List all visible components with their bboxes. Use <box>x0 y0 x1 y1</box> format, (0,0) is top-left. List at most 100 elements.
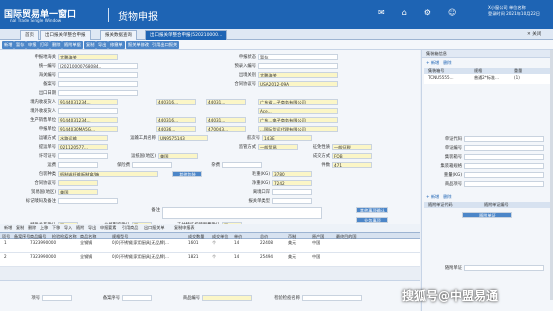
col-doc-no: 随附单证编号 <box>484 202 509 207</box>
domestic-consignor-code2[interactable]: 440316... <box>156 99 196 105</box>
goods-up-button[interactable]: 上移 <box>40 225 48 231</box>
prerecord-no-field[interactable] <box>258 63 338 69</box>
r4-field[interactable] <box>464 163 544 169</box>
r6-field[interactable] <box>464 181 544 187</box>
goods-reference-button[interactable]: 引用商品 <box>122 225 138 231</box>
detail-item-no-field[interactable] <box>42 295 72 301</box>
unified-no-field[interactable]: I20210000768084.. <box>58 63 138 69</box>
detail-hs-code-field[interactable] <box>202 295 252 301</box>
delete-button[interactable]: 删除 <box>50 41 63 49</box>
container-weight: (1) <box>514 75 520 80</box>
declare-customs-field[interactable]: 大鹏海关 <box>58 54 118 60</box>
label-declarant: 申报单位 <box>38 127 56 132</box>
home-icon[interactable]: ⌂ <box>402 8 407 18</box>
declarant-code3[interactable]: 470043... <box>206 126 246 132</box>
tax-nature-field[interactable]: 一般征税 <box>332 144 372 150</box>
container-toolbar[interactable]: + 新增 删除 <box>426 60 452 66</box>
contract-no-field[interactable]: USA2012-09A <box>258 81 338 87</box>
copy-button[interactable]: 复制 <box>84 41 97 49</box>
detail-record-no-field[interactable] <box>122 295 152 301</box>
tab-export-declaration[interactable]: 出口报关单整合申报 <box>40 30 91 40</box>
tab-query[interactable]: 报关数据查询 <box>100 30 137 40</box>
modify-declaration-button[interactable]: 报关单修改 <box>126 41 151 49</box>
goods-import-button[interactable]: 导入 <box>64 225 72 231</box>
goods-down-button[interactable]: 下移 <box>52 225 60 231</box>
r5-field[interactable] <box>464 172 544 178</box>
goods-elements-button[interactable]: 申报要素 <box>100 225 116 231</box>
user-icon[interactable]: ☺ <box>448 8 456 18</box>
goods-copy-button[interactable]: 复制 <box>16 225 24 231</box>
reference-export-button[interactable]: 引用出口报关 <box>150 41 180 49</box>
gross-weight-field[interactable]: 3780 <box>272 171 312 177</box>
bell-icon[interactable]: ✉ <box>378 8 385 18</box>
new-button[interactable]: 新增 <box>2 41 15 49</box>
package-type-field[interactable]: 纸制或纤维板制盒/箱 <box>58 171 158 177</box>
export-button[interactable]: 导出 <box>96 41 109 49</box>
export-date-field[interactable] <box>58 90 138 96</box>
goods-export-declaration-button[interactable]: 出口报关单 <box>144 225 164 231</box>
table-row[interactable]: 1 7323990000 全钢锅 0|0|不锈钢|家用厨具|无品牌|... 16… <box>0 239 420 253</box>
goods-copy-form-button[interactable]: 复制申报表 <box>174 225 194 231</box>
record-no-field[interactable] <box>58 81 138 87</box>
attachments-button[interactable]: 随附单据 <box>62 41 83 49</box>
tab-current-declaration[interactable]: 出口报关单整合申报(520210000... <box>145 30 228 40</box>
declarant-code[interactable]: 9144030MA5G... <box>58 126 118 132</box>
bill-no-field[interactable]: 021120577... <box>58 144 108 150</box>
net-weight-field[interactable]: 7242 <box>272 180 312 186</box>
r2-field[interactable] <box>464 145 544 151</box>
declarant-code2[interactable]: 44036... <box>156 126 196 132</box>
save-button[interactable]: 暂存 <box>14 41 27 49</box>
label-destination-country: 运抵国(地区) <box>131 154 156 159</box>
trade-country-field[interactable]: 美国 <box>58 189 98 195</box>
domestic-consignor-code[interactable]: 9144031234... <box>58 99 118 105</box>
revoke-button[interactable]: 修撤单 <box>108 41 125 49</box>
tab-home[interactable]: 首页 <box>20 30 39 40</box>
foreign-consignee-name[interactable]: Ace... <box>258 108 338 114</box>
declarant-name[interactable]: ...国际货运代理有限公司 <box>258 126 338 132</box>
contract-field[interactable] <box>58 180 98 186</box>
remark-field[interactable] <box>162 207 322 219</box>
declare-status-field[interactable]: 暂存 <box>258 54 338 60</box>
r7-field[interactable] <box>464 265 544 271</box>
goods-add-button[interactable]: 新增 <box>4 225 12 231</box>
label-declare-status: 申报状态 <box>238 55 256 60</box>
submit-button[interactable]: 申报 <box>26 41 39 49</box>
r1-field[interactable] <box>464 136 544 142</box>
exit-customs-field[interactable]: 大鹏海关 <box>258 72 338 78</box>
other-package-button[interactable]: 其他包装 <box>172 171 202 177</box>
producer-code3[interactable]: 44031... <box>206 117 246 123</box>
declaration-type-field[interactable] <box>272 198 312 204</box>
container-row[interactable]: TCNU5555... 普通2*标准... (1) <box>424 74 550 84</box>
producer-name[interactable]: 广东...电子商务有限公司 <box>258 117 338 123</box>
goods-export-button[interactable]: 导出 <box>88 225 96 231</box>
voyage-no-field[interactable]: 143E <box>262 135 312 141</box>
business-items-button[interactable]: 业务事项 <box>356 217 388 223</box>
insurance-field[interactable] <box>132 162 172 168</box>
domestic-consignor-code3[interactable]: 44031... <box>206 99 246 105</box>
detail-ciq-name-field[interactable] <box>302 295 362 301</box>
trade-terms-field[interactable]: FOB <box>332 153 372 159</box>
exit-port-field[interactable] <box>272 189 312 195</box>
row2-currency: 美元 <box>288 254 297 259</box>
other-items-button[interactable]: 其他事项确认 <box>356 207 388 213</box>
r3-field[interactable] <box>464 154 544 160</box>
vessel-name-field[interactable]: UN9575143 <box>158 135 208 141</box>
producer-code2[interactable]: 440316... <box>156 117 196 123</box>
label-exit-customs: 出境关别 <box>238 73 256 78</box>
foreign-consignee-code[interactable] <box>58 108 118 114</box>
settings-icon[interactable]: ⚙ <box>424 8 431 18</box>
table-row[interactable]: 2 7323990000 全钢锅 0|0|不锈钢|家用厨具|无品牌|... 18… <box>0 253 420 267</box>
customs-no-field[interactable] <box>58 72 138 78</box>
print-button[interactable]: 打印 <box>38 41 51 49</box>
goods-attach-button[interactable]: 随附 <box>76 225 84 231</box>
goods-delete-button[interactable]: 删除 <box>28 225 36 231</box>
domestic-consignor-name[interactable]: 广东省...子商务有限公司 <box>258 99 338 105</box>
destination-country-field[interactable]: 美国 <box>158 153 198 159</box>
marks-field[interactable] <box>58 198 118 204</box>
close-tabs-button[interactable]: ✕ 关闭 <box>523 30 545 40</box>
misc-field[interactable] <box>222 162 262 168</box>
docs-button[interactable]: 随附单证 <box>462 212 512 218</box>
producer-code[interactable]: 9144031234... <box>58 117 118 123</box>
pieces-field[interactable]: 471 <box>332 162 372 168</box>
docs-toolbar[interactable]: + 新增 删除 <box>426 194 452 200</box>
